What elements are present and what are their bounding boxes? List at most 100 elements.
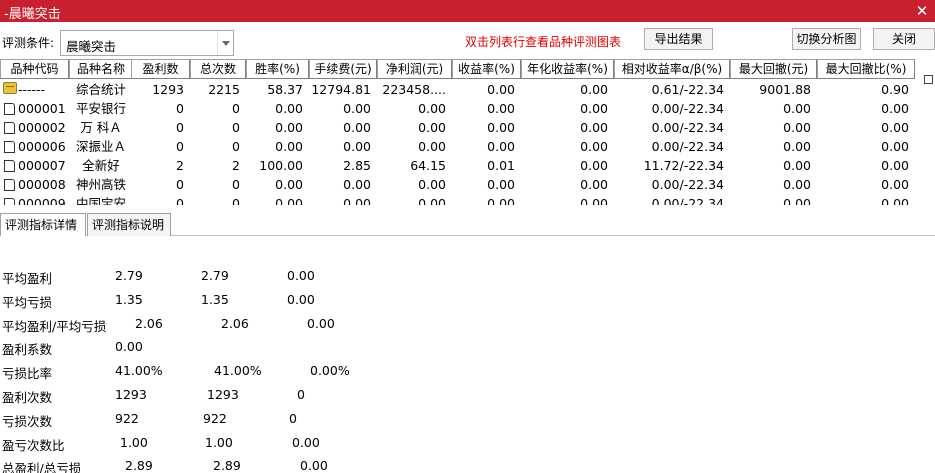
- table-cell: 0.00: [580, 82, 608, 97]
- table-cell: 深振业Ａ: [75, 139, 126, 154]
- metric-value: 0.00: [287, 268, 315, 283]
- table-cell: 0: [232, 177, 240, 192]
- table-cell: 000002: [18, 120, 66, 135]
- table-cell: 0.00: [881, 177, 909, 192]
- column-header[interactable]: 品种名称: [69, 59, 133, 79]
- table-cell: 2: [176, 158, 184, 173]
- metric-label: 盈利次数: [2, 390, 53, 405]
- metric-value: 0.00: [115, 339, 143, 355]
- metric-value: 0.00: [287, 291, 315, 307]
- column-header[interactable]: 相对收益率α/β(%): [614, 59, 730, 79]
- column-header[interactable]: 总次数: [190, 59, 246, 79]
- table-cell: 0.00: [275, 196, 303, 205]
- table-cell: 0.00: [418, 101, 446, 116]
- tab-metric-details[interactable]: 评测指标详情: [0, 213, 86, 236]
- column-header[interactable]: 品种代码: [0, 59, 69, 79]
- table-row[interactable]: 000002 万 科Ａ 0 0 0.00 0.00 0.00 0.00 0.00 0.00/-22…: [0, 118, 922, 137]
- table-cell: 0: [176, 196, 184, 205]
- table-cell: 0.00/-22.34: [651, 177, 724, 192]
- table-cell: 0.00: [487, 101, 515, 116]
- tab-bar: 评测指标详情 评测指标说明: [0, 213, 935, 236]
- table-cell: 0.90: [881, 82, 909, 97]
- table-row[interactable]: 000008 神州高铁 0 0 0.00 0.00 0.00 0.00 0.00 0.00/-22…: [0, 175, 922, 194]
- table-cell: ------: [18, 82, 46, 97]
- table-cell: 0.00: [580, 158, 608, 173]
- table-cell: 0.00: [487, 120, 515, 135]
- column-header[interactable]: 年化收益率(%): [521, 59, 614, 79]
- table-cell: 100.00: [259, 158, 303, 173]
- table-row[interactable]: ------ 综合统计 1293 2215 58.37 12794.81 223458...…: [0, 80, 922, 99]
- document-icon: [4, 179, 15, 191]
- table-cell: 0.00: [580, 139, 608, 154]
- results-table[interactable]: 品种代码 品种名称 盈利数 总次数 胜率(%) 手续费(元) 净利润(元) 收益率(%) 年化收…: [0, 59, 922, 205]
- table-cell: 0.00: [783, 139, 811, 154]
- metric-value: 2.79: [201, 268, 229, 283]
- metric-value: 1293: [115, 387, 147, 402]
- column-header[interactable]: 最大回撤(元): [730, 59, 817, 79]
- column-header[interactable]: 手续费(元): [309, 59, 377, 79]
- close-button[interactable]: 关闭: [873, 28, 935, 50]
- table-row[interactable]: 000007 全新好 2 2 100.00 2.85 64.15 0.01 0.00 11.72/…: [0, 156, 922, 175]
- table-cell: 0.00: [881, 158, 909, 173]
- switch-chart-button[interactable]: 切换分析图: [792, 28, 861, 50]
- table-scrollbar[interactable]: [922, 59, 935, 205]
- table-cell: 0.00: [487, 177, 515, 192]
- table-cell: 000001: [18, 101, 66, 116]
- table-cell: 0.61/-22.34: [651, 82, 724, 97]
- table-cell: 0.01: [487, 158, 515, 173]
- table-cell: 0.00: [275, 177, 303, 192]
- table-cell: 58.37: [267, 82, 303, 97]
- metric-value: 41.00%: [214, 363, 262, 379]
- table-cell: 000009: [18, 196, 66, 205]
- metric-value: 1.35: [201, 291, 229, 307]
- column-header[interactable]: 最大回撤比(%): [817, 59, 915, 79]
- table-cell: 0.00/-22.34: [651, 139, 724, 154]
- toolbar: 评测条件: 晨曦突击 双击列表行查看品种评测图表 导出结果 切换分析图 关闭: [0, 22, 935, 59]
- table-row[interactable]: 000006 深振业Ａ 0 0 0.00 0.00 0.00 0.00 0.00 0.00/-22…: [0, 137, 922, 156]
- title-bar[interactable]: -晨曦突击 ✕: [0, 0, 935, 22]
- export-button[interactable]: 导出结果: [644, 28, 713, 50]
- table-cell: 0.00: [343, 177, 371, 192]
- metric-value: 41.00%: [115, 363, 163, 379]
- metric-value: 1.00: [205, 434, 233, 450]
- hint-text: 双击列表行查看品种评测图表: [465, 35, 622, 49]
- column-header[interactable]: 胜率(%): [246, 59, 309, 79]
- column-header[interactable]: 收益率(%): [452, 59, 521, 79]
- table-row[interactable]: 000009 中国宝安 0 0 0.00 0.00 0.00 0.00 0.00 0.00/-22…: [0, 194, 922, 205]
- table-cell: 11.72/-22.34: [643, 158, 724, 173]
- metric-label: 平均盈利: [2, 271, 53, 286]
- table-cell: 223458....: [382, 82, 446, 97]
- table-cell: 0.00: [275, 120, 303, 135]
- metric-value: 2.89: [125, 458, 153, 473]
- close-icon[interactable]: ✕: [913, 0, 931, 22]
- table-cell: 000007: [18, 158, 66, 173]
- metric-value: 0.00: [292, 434, 320, 450]
- metric-value: 2.79: [115, 268, 143, 283]
- metric-label: 亏损次数: [2, 413, 53, 429]
- metric-value: 922: [203, 410, 227, 426]
- document-icon: [4, 160, 15, 172]
- column-header[interactable]: 净利润(元): [377, 59, 452, 79]
- table-cell: 9001.88: [759, 82, 811, 97]
- table-cell: 0.00: [881, 120, 909, 135]
- table-cell: 0.00: [881, 139, 909, 154]
- table-cell: 0.00: [783, 120, 811, 135]
- chevron-down-icon[interactable]: [217, 31, 233, 55]
- tab-metric-explanation[interactable]: 评测指标说明: [87, 213, 171, 236]
- column-header[interactable]: 盈利数: [131, 59, 190, 79]
- condition-select[interactable]: 晨曦突击: [60, 30, 234, 56]
- metric-value: 1.00: [120, 434, 148, 450]
- metric-details-panel: 平均盈利 2.79 2.79 0.00 平均亏损 1.35 1.35 0.00 平均盈利/平均亏…: [0, 236, 935, 473]
- metric-value: 0.00: [307, 315, 335, 331]
- table-cell: 0.00/-22.34: [651, 196, 724, 205]
- metric-value: 2.06: [221, 315, 249, 331]
- table-cell: 0.00: [783, 196, 811, 205]
- table-cell: 0.00: [343, 120, 371, 135]
- table-cell: 0.00: [783, 101, 811, 116]
- metric-label: 平均盈利/平均亏损: [2, 318, 107, 334]
- metric-value: 2.06: [135, 315, 163, 331]
- table-row[interactable]: 000001 平安银行 0 0 0.00 0.00 0.00 0.00 0.00 0.00/-22…: [0, 99, 922, 118]
- metric-value: 1293: [207, 387, 239, 402]
- table-cell: 0: [232, 120, 240, 135]
- table-cell: 0.00: [418, 196, 446, 205]
